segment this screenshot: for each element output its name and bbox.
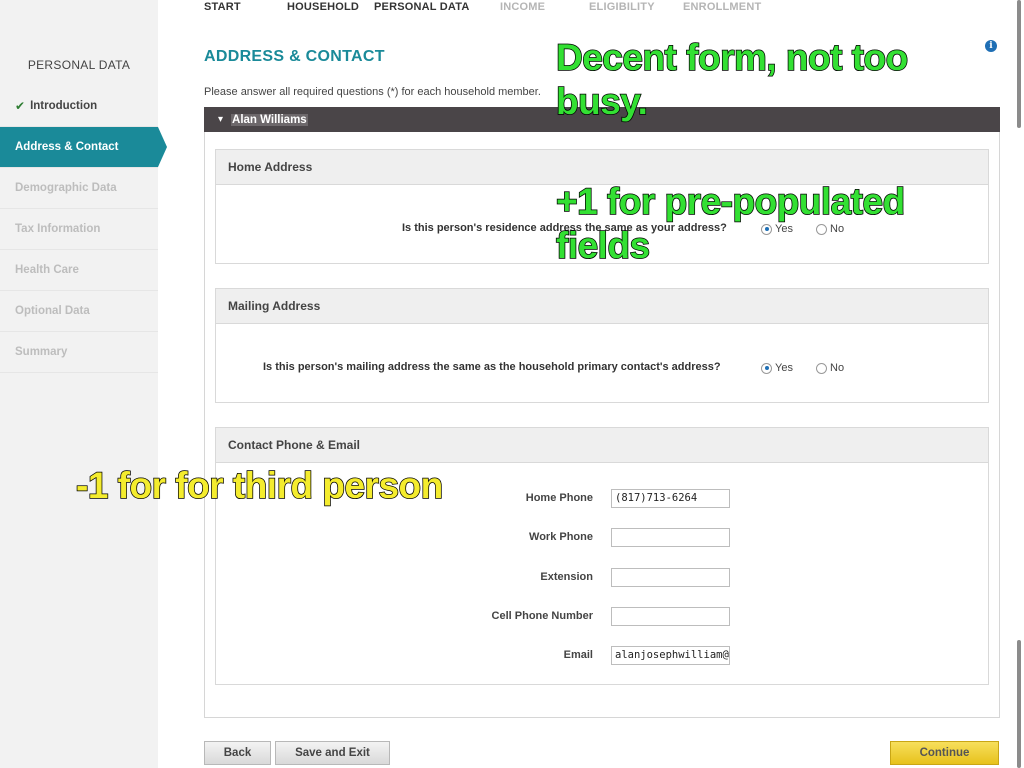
sidebar-item-optional-data: Optional Data (0, 291, 158, 332)
radio-selected-icon (761, 362, 772, 374)
section-title: Contact Phone & Email (216, 428, 988, 463)
sidebar-item-introduction[interactable]: ✔ Introduction (0, 86, 158, 127)
cell-phone-label: Cell Phone Number (491, 610, 593, 622)
mailing-address-yes-radio[interactable]: Yes (761, 362, 793, 374)
mailing-address-no-radio[interactable]: No (816, 362, 844, 374)
nav-step-household[interactable]: HOUSEHOLD (287, 1, 359, 13)
email-input[interactable]: alanjosephwilliam@g (611, 646, 730, 665)
nav-step-eligibility: ELIGIBILITY (589, 1, 655, 13)
info-icon[interactable]: i (985, 40, 997, 52)
sidebar-item-label: Optional Data (15, 305, 90, 317)
sidebar-item-summary: Summary (0, 332, 158, 373)
sidebar-item-address-contact[interactable]: Address & Contact (0, 127, 167, 168)
page-title: ADDRESS & CONTACT (204, 48, 385, 65)
scrollbar-thumb-top[interactable] (1017, 0, 1021, 128)
section-title: Mailing Address (216, 289, 988, 324)
back-button[interactable]: Back (204, 741, 271, 765)
sidebar-item-label: Summary (15, 346, 68, 358)
cell-phone-input[interactable] (611, 607, 730, 626)
scrollbar-thumb-bottom[interactable] (1017, 640, 1021, 768)
mailing-address-question: Is this person's mailing address the sam… (263, 361, 721, 373)
nav-step-personal-data[interactable]: PERSONAL DATA (374, 1, 470, 13)
sidebar-item-tax-information: Tax Information (0, 209, 158, 250)
sidebar-item-health-care: Health Care (0, 250, 158, 291)
mailing-address-section: Mailing Address (215, 288, 989, 403)
sidebar-item-label: Health Care (15, 264, 79, 276)
nav-step-income: INCOME (500, 1, 546, 13)
extension-label: Extension (540, 571, 593, 583)
sidebar-item-label: Tax Information (15, 223, 101, 235)
sidebar-title: PERSONAL DATA (27, 58, 131, 72)
app-root: PERSONAL DATA ✔ Introduction Address & C… (0, 0, 1024, 768)
work-phone-label: Work Phone (529, 531, 593, 543)
checkmark-icon: ✔ (15, 99, 26, 113)
sidebar-item-label: Demographic Data (15, 182, 117, 194)
annotation-third-person: -1 for for third person (75, 464, 444, 507)
extension-input[interactable] (611, 568, 730, 587)
sidebar-item-demographic-data: Demographic Data (0, 168, 158, 209)
person-name: Alan Williams (231, 113, 308, 126)
save-and-exit-button[interactable]: Save and Exit (275, 741, 390, 765)
email-label: Email (563, 649, 593, 661)
sidebar: PERSONAL DATA ✔ Introduction Address & C… (0, 0, 167, 768)
home-phone-input[interactable]: (817)713-6264 (611, 489, 730, 508)
sidebar-item-label: Introduction (30, 100, 98, 112)
annotation-decent-form: Decent form, not too busy. (555, 36, 909, 123)
nav-step-enrollment: ENROLLMENT (683, 1, 762, 13)
annotation-prepopulated: +1 for pre-populated fields (555, 180, 906, 267)
radio-unselected-icon (816, 362, 827, 374)
continue-button[interactable]: Continue (890, 741, 999, 765)
sidebar-list: ✔ Introduction Address & Contact Demogra… (0, 86, 167, 373)
radio-label: Yes (775, 362, 793, 374)
sidebar-item-label: Address & Contact (15, 141, 119, 153)
radio-label: No (830, 362, 845, 374)
chevron-down-icon: ▾ (218, 114, 224, 125)
instructions-text: Please answer all required questions (*)… (204, 86, 541, 98)
work-phone-input[interactable] (611, 528, 730, 547)
nav-step-start[interactable]: START (204, 1, 241, 13)
